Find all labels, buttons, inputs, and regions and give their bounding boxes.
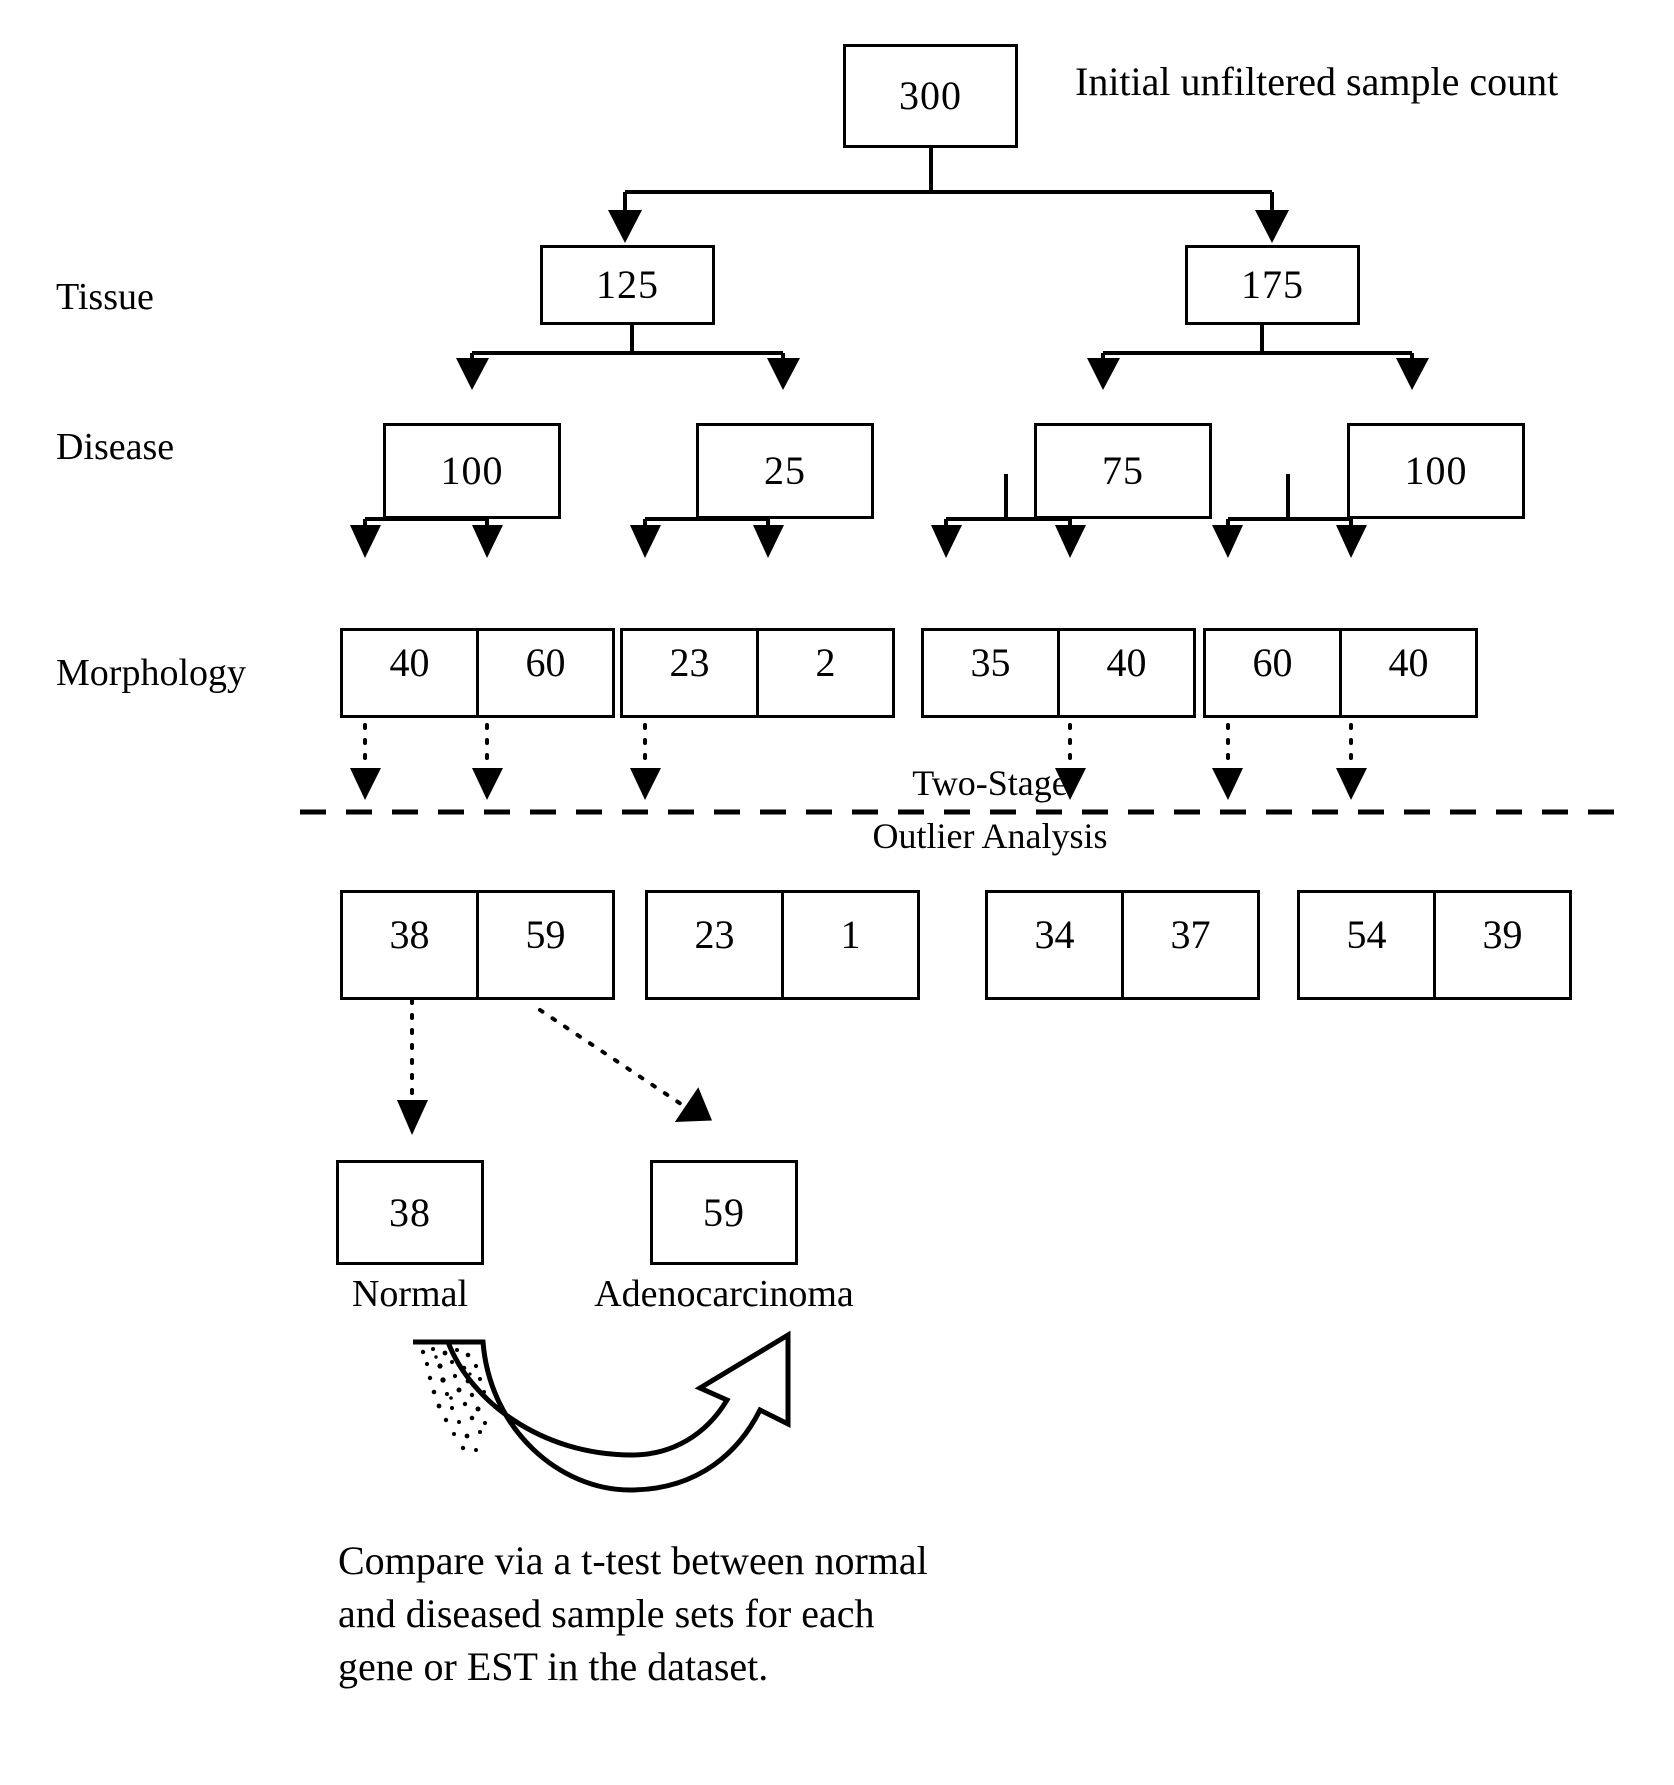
filtered-pair-1-right: 59 bbox=[476, 893, 612, 997]
final-normal-arrowhead bbox=[397, 1100, 428, 1135]
node-disease-1-value: 100 bbox=[440, 448, 504, 493]
label-final-normal: Normal bbox=[351, 1273, 469, 1315]
node-disease-3-value: 75 bbox=[1102, 448, 1144, 493]
filtered-pair-2: 23 1 bbox=[645, 890, 920, 1000]
morphology-pair-2-right-value: 2 bbox=[815, 640, 836, 685]
row-label-morphology: Morphology bbox=[56, 652, 246, 694]
node-disease-3: 75 bbox=[1034, 423, 1212, 519]
filtered-pair-4-right-value: 39 bbox=[1482, 912, 1523, 957]
filtered-pair-1-right-value: 59 bbox=[525, 912, 566, 957]
filtered-pair-3-left-value: 34 bbox=[1034, 912, 1075, 957]
row-label-tissue: Tissue bbox=[56, 276, 154, 318]
final-adeno-arrowhead bbox=[674, 1087, 712, 1123]
node-root-value: 300 bbox=[899, 73, 962, 118]
morphology-pair-4-left-value: 60 bbox=[1252, 640, 1293, 685]
morphology-pair-2-left: 23 bbox=[623, 631, 756, 715]
disease-left-arrowheads bbox=[456, 358, 800, 390]
disease-right-arrowheads bbox=[1087, 358, 1429, 390]
node-tissue-1: 125 bbox=[540, 245, 715, 325]
morphology-pair-4-left: 60 bbox=[1206, 631, 1339, 715]
node-disease-4-value: 100 bbox=[1404, 448, 1468, 493]
morphology-pair-1-right: 60 bbox=[476, 631, 612, 715]
morphology-pair-3-right-value: 40 bbox=[1106, 640, 1147, 685]
filtered-pair-4-right: 39 bbox=[1433, 893, 1569, 997]
final-adeno-link bbox=[538, 1008, 692, 1112]
filtered-pair-3: 34 37 bbox=[985, 890, 1260, 1000]
morphology-pair-4-right-value: 40 bbox=[1388, 640, 1429, 685]
node-disease-2: 25 bbox=[696, 423, 874, 519]
initial-sample-note: Initial unfiltered sample count bbox=[1075, 59, 1559, 104]
node-disease-1: 100 bbox=[383, 423, 561, 519]
bottom-caption-line2: and diseased sample sets for each bbox=[338, 1590, 875, 1636]
comparison-curved-arrow bbox=[413, 1330, 791, 1493]
node-final-normal: 38 bbox=[336, 1160, 484, 1265]
filtered-pair-2-left: 23 bbox=[648, 893, 781, 997]
filtered-pair-2-left-value: 23 bbox=[694, 912, 735, 957]
two-stage-label-line2: Outlier Analysis bbox=[872, 816, 1108, 856]
morphology-pair-3-left-value: 35 bbox=[970, 640, 1011, 685]
morph-group1-arrowheads bbox=[350, 525, 503, 558]
node-tissue-2: 175 bbox=[1185, 245, 1360, 325]
tissue2-to-disease-connectors bbox=[1101, 323, 1414, 360]
morphology-pair-1-right-value: 60 bbox=[525, 640, 566, 685]
node-final-adenocarcinoma-value: 59 bbox=[703, 1189, 745, 1235]
filtered-pair-1: 38 59 bbox=[340, 890, 615, 1000]
morphology-pair-2: 23 2 bbox=[620, 628, 895, 718]
morphology-pair-1-left-value: 40 bbox=[389, 640, 430, 685]
filtered-pair-3-right: 37 bbox=[1121, 893, 1257, 997]
filtered-pair-3-right-value: 37 bbox=[1170, 912, 1211, 957]
filtered-row-arrowheads bbox=[350, 768, 1367, 800]
morph-group2-arrowheads bbox=[630, 525, 784, 558]
morphology-pair-2-right: 2 bbox=[756, 631, 892, 715]
node-disease-4: 100 bbox=[1347, 423, 1525, 519]
flowchart-diagram: Initial unfiltered sample count Tissue D… bbox=[0, 0, 1674, 1785]
morphology-pair-3: 35 40 bbox=[921, 628, 1196, 718]
morphology-pair-1: 40 60 bbox=[340, 628, 615, 718]
filtered-pair-4: 54 39 bbox=[1297, 890, 1572, 1000]
node-final-normal-value: 38 bbox=[389, 1189, 431, 1235]
tissue-arrowheads bbox=[608, 210, 1289, 243]
filtered-pair-4-left-value: 54 bbox=[1346, 912, 1387, 957]
filtered-pair-1-left-value: 38 bbox=[389, 912, 430, 957]
filtered-pair-2-right-value: 1 bbox=[840, 912, 861, 957]
node-disease-2-value: 25 bbox=[764, 448, 806, 493]
morphology-pair-1-left: 40 bbox=[343, 631, 476, 715]
morphology-pair-3-left: 35 bbox=[924, 631, 1057, 715]
disease4-to-morphology-connectors bbox=[1226, 474, 1353, 527]
root-to-tissue-connectors bbox=[623, 147, 1274, 212]
filtered-pair-4-left: 54 bbox=[1300, 893, 1433, 997]
tissue1-to-disease-connectors bbox=[470, 323, 785, 360]
filtered-pair-3-left: 34 bbox=[988, 893, 1121, 997]
bottom-caption: Compare via a t-test between normal and … bbox=[338, 1535, 978, 1693]
label-final-adenocarcinoma: Adenocarcinoma bbox=[594, 1273, 854, 1315]
filtered-pair-1-left: 38 bbox=[343, 893, 476, 997]
filtered-pair-2-right: 1 bbox=[781, 893, 917, 997]
node-tissue-2-value: 175 bbox=[1241, 262, 1304, 307]
node-final-adenocarcinoma: 59 bbox=[650, 1160, 798, 1265]
morphology-pair-2-left-value: 23 bbox=[669, 640, 710, 685]
bottom-caption-line1: Compare via a t-test between normal bbox=[338, 1538, 928, 1583]
node-tissue-1-value: 125 bbox=[596, 262, 659, 307]
morphology-pair-4: 60 40 bbox=[1203, 628, 1478, 718]
morph-group3-arrowheads bbox=[931, 525, 1086, 558]
arrow-stipple bbox=[420, 1341, 488, 1452]
node-root-total: 300 bbox=[843, 44, 1018, 148]
bottom-caption-line3: gene or EST in the dataset. bbox=[338, 1643, 769, 1689]
morphology-pair-3-right: 40 bbox=[1057, 631, 1193, 715]
row-label-disease: Disease bbox=[56, 426, 175, 468]
morphology-pair-4-right: 40 bbox=[1339, 631, 1475, 715]
two-stage-label-line1: Two-Stage bbox=[912, 763, 1068, 803]
morph-group4-arrowheads bbox=[1212, 525, 1367, 558]
